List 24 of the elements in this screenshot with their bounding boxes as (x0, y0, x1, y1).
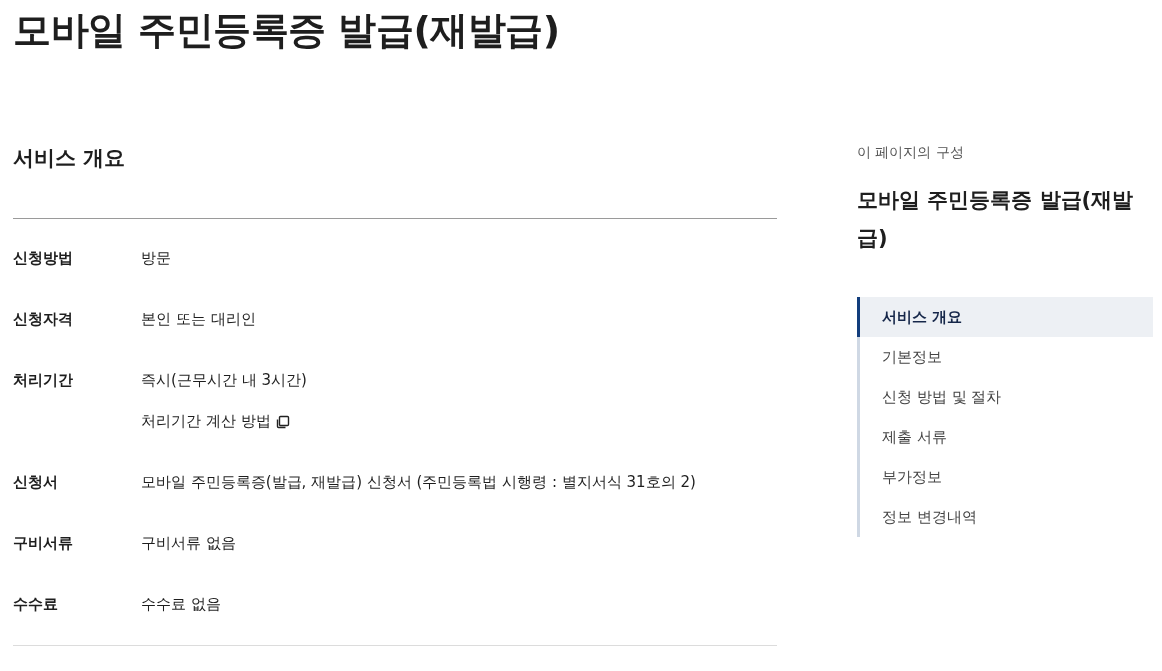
info-value: 수수료 없음 (141, 594, 221, 615)
info-label: 구비서류 (13, 533, 74, 554)
info-label: 수수료 (13, 594, 59, 615)
toc-caption: 이 페이지의 구성 (857, 143, 965, 162)
info-value: 방문 (141, 248, 171, 269)
copy-icon (275, 414, 290, 429)
toc-nav-item[interactable]: 제출 서류 (857, 417, 1153, 457)
info-label: 신청방법 (13, 248, 74, 269)
toc-nav-item[interactable]: 신청 방법 및 절차 (857, 377, 1153, 417)
info-value: 즉시(근무시간 내 3시간) (141, 370, 307, 391)
info-value: 모바일 주민등록증(발급, 재발급) 신청서 (주민등록법 시행령 : 별지서식 31호의 2) (141, 472, 696, 493)
info-value: 본인 또는 대리인 (141, 309, 256, 330)
info-label: 신청서 (13, 472, 59, 493)
toc-nav-item[interactable]: 정보 변경내역 (857, 497, 1153, 537)
toc-title: 모바일 주민등록증 발급(재발급) (857, 187, 1135, 252)
toc-nav-item[interactable]: 기본정보 (857, 337, 1153, 377)
info-label: 처리기간 (13, 370, 74, 391)
section-heading: 서비스 개요 (13, 145, 127, 172)
info-label: 신청자격 (13, 309, 74, 330)
toc-nav-item[interactable]: 부가정보 (857, 457, 1153, 497)
page-title: 모바일 주민등록증 발급(재발급) (13, 7, 560, 54)
toc-nav-item[interactable]: 서비스 개요 (857, 297, 1153, 337)
info-value: 구비서류 없음 (141, 533, 236, 554)
calculation-method-link[interactable]: 처리기간 계산 방법 (141, 411, 290, 432)
